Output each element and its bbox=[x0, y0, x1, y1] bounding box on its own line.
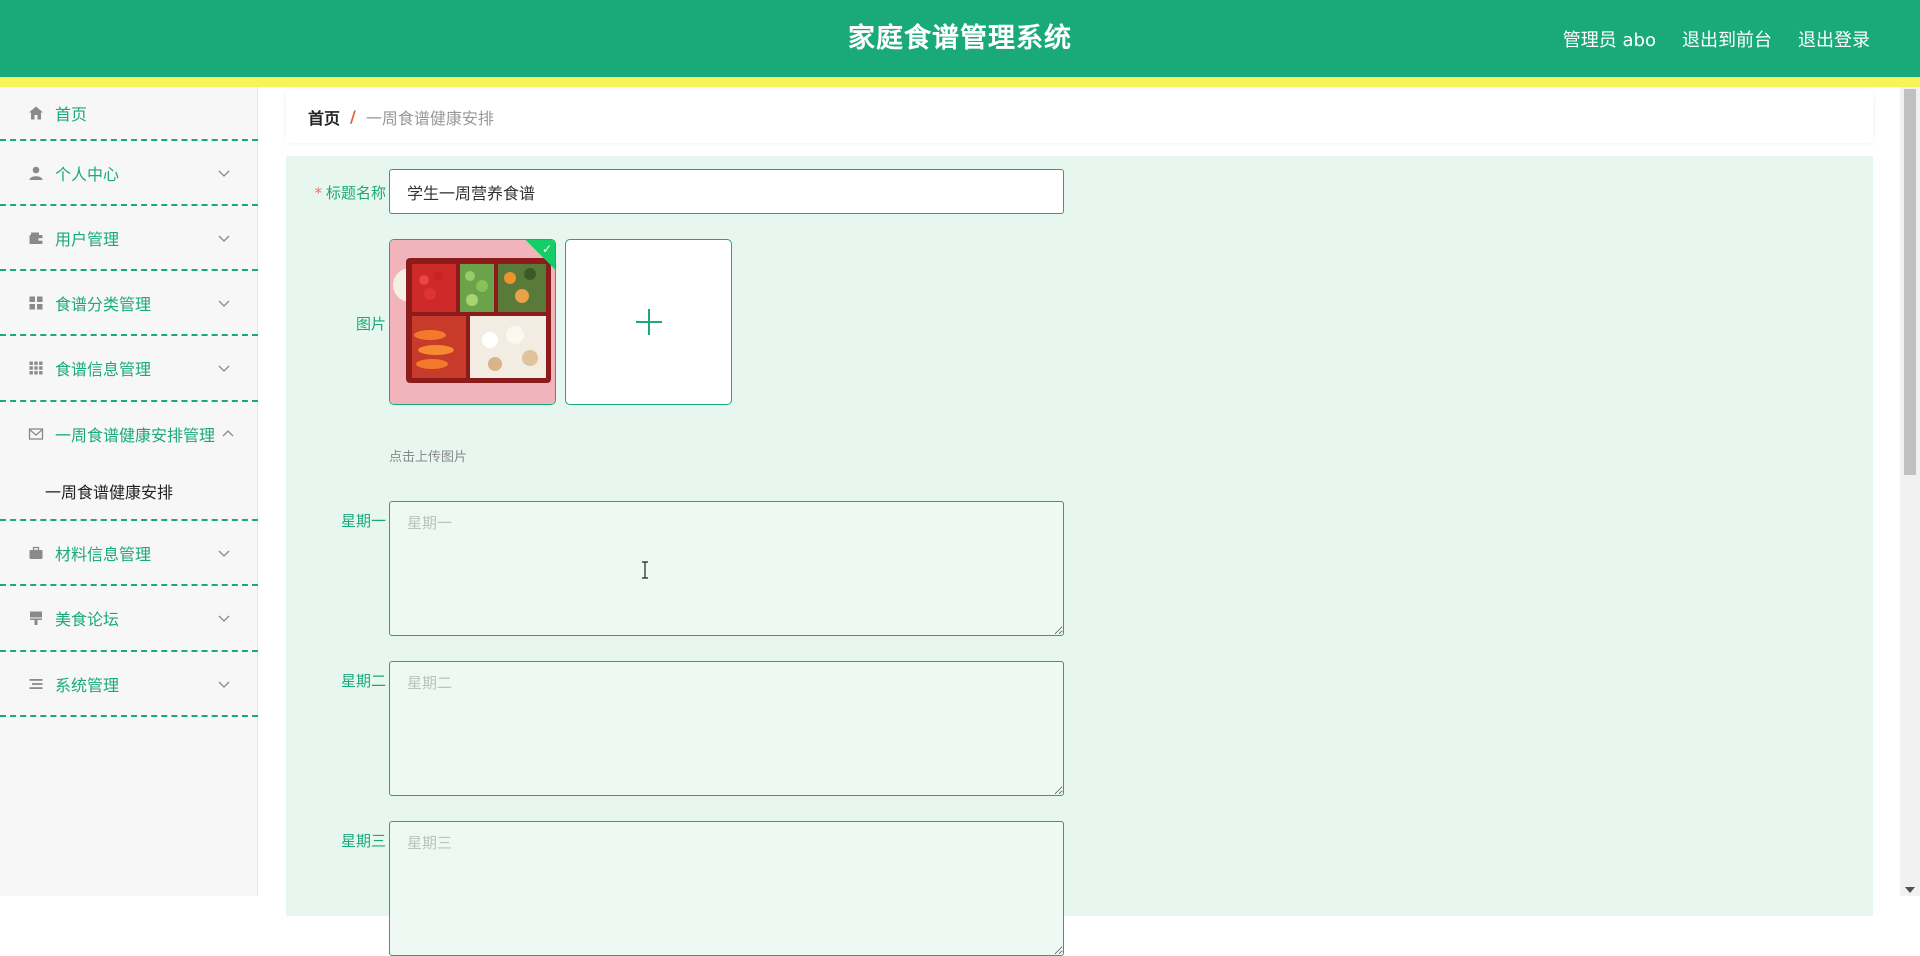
uploaded-image-thumbnail[interactable]: ✓ bbox=[389, 239, 556, 405]
briefcase-icon bbox=[27, 544, 45, 562]
text-cursor-icon bbox=[642, 561, 648, 579]
sidebar-item-user-management[interactable]: 用户管理 bbox=[0, 206, 258, 271]
monday-label: 星期一 bbox=[340, 512, 386, 530]
scrollbar-thumb[interactable] bbox=[1904, 89, 1916, 475]
grid-dots-icon bbox=[27, 359, 45, 377]
chevron-down-icon bbox=[218, 681, 230, 688]
chevron-down-icon bbox=[218, 615, 230, 622]
header-accent-bar bbox=[0, 77, 1920, 87]
check-icon: ✓ bbox=[541, 242, 552, 256]
mail-icon bbox=[27, 425, 45, 443]
monday-textarea[interactable] bbox=[389, 501, 1064, 636]
top-header: 家庭食谱管理系统 管理员 abo 退出到前台 退出登录 bbox=[0, 0, 1920, 77]
sidebar-item-recipe-info[interactable]: 食谱信息管理 bbox=[0, 336, 258, 402]
grid-icon bbox=[27, 294, 45, 312]
edit-form: *标题名称 图片 ✓ bbox=[286, 156, 1873, 956]
scroll-down-arrow-icon[interactable] bbox=[1905, 887, 1915, 893]
required-mark: * bbox=[314, 184, 322, 202]
chevron-down-icon bbox=[218, 300, 230, 307]
title-field-label: * 标题名称 bbox=[286, 182, 386, 203]
breadcrumb-current: 一周食谱健康安排 bbox=[365, 108, 494, 128]
chevron-up-icon bbox=[222, 429, 234, 436]
wednesday-label: 星期三 bbox=[340, 832, 386, 850]
tuesday-label: 星期二 bbox=[340, 672, 386, 690]
bento-box-image bbox=[390, 240, 555, 404]
title-label-text: 标题名称 bbox=[325, 184, 386, 202]
title-input[interactable] bbox=[389, 169, 1064, 214]
home-icon bbox=[27, 104, 45, 122]
image-field-label: 图片 bbox=[355, 315, 386, 333]
front-site-link[interactable]: 退出到前台 bbox=[1682, 26, 1772, 52]
sidebar-item-recipe-category[interactable]: 食谱分类管理 bbox=[0, 271, 258, 336]
upload-image-button[interactable] bbox=[565, 239, 732, 405]
sidebar-item-personal-center[interactable]: 个人中心 bbox=[0, 141, 258, 206]
sidebar-item-material-info[interactable]: 材料信息管理 bbox=[0, 521, 258, 586]
breadcrumb: 首页 / 一周食谱健康安排 bbox=[286, 90, 1873, 143]
sidebar-item-system-management[interactable]: 系统管理 bbox=[0, 652, 258, 717]
breadcrumb-home[interactable]: 首页 bbox=[308, 105, 340, 129]
sidebar: 首页 个人中心 用户管理 食谱分类管理 食谱信息管理 一周食谱健康安排管理 一周… bbox=[0, 87, 258, 896]
person-icon bbox=[27, 164, 45, 182]
wednesday-textarea[interactable] bbox=[389, 821, 1064, 956]
chevron-down-icon bbox=[218, 170, 230, 177]
chevron-down-icon bbox=[218, 365, 230, 372]
logout-link[interactable]: 退出登录 bbox=[1798, 26, 1870, 52]
sidebar-subitem-weekly-plan[interactable]: 一周食谱健康安排 bbox=[0, 467, 258, 521]
plus-icon bbox=[635, 309, 662, 335]
header-actions: 管理员 abo 退出到前台 退出登录 bbox=[1563, 0, 1870, 77]
sidebar-item-label: 首页 bbox=[55, 105, 88, 124]
breadcrumb-separator: / bbox=[350, 107, 356, 126]
main-content: 首页 / 一周食谱健康安排 *标题名称 图片 bbox=[258, 87, 1900, 956]
upload-hint: 点击上传图片 bbox=[389, 450, 468, 465]
list-icon bbox=[27, 675, 45, 693]
tuesday-textarea[interactable] bbox=[389, 661, 1064, 796]
sidebar-item-food-forum[interactable]: 美食论坛 bbox=[0, 586, 258, 652]
sidebar-item-weekly-plan-management[interactable]: 一周食谱健康安排管理 bbox=[0, 402, 258, 465]
chevron-down-icon bbox=[218, 235, 230, 242]
brush-icon bbox=[27, 609, 45, 627]
wallet-icon bbox=[27, 229, 45, 247]
current-user-label: 管理员 abo bbox=[1562, 29, 1656, 51]
vertical-scrollbar[interactable] bbox=[1900, 87, 1920, 896]
chevron-down-icon bbox=[218, 550, 230, 557]
sidebar-item-home[interactable]: 首页 bbox=[0, 87, 258, 141]
